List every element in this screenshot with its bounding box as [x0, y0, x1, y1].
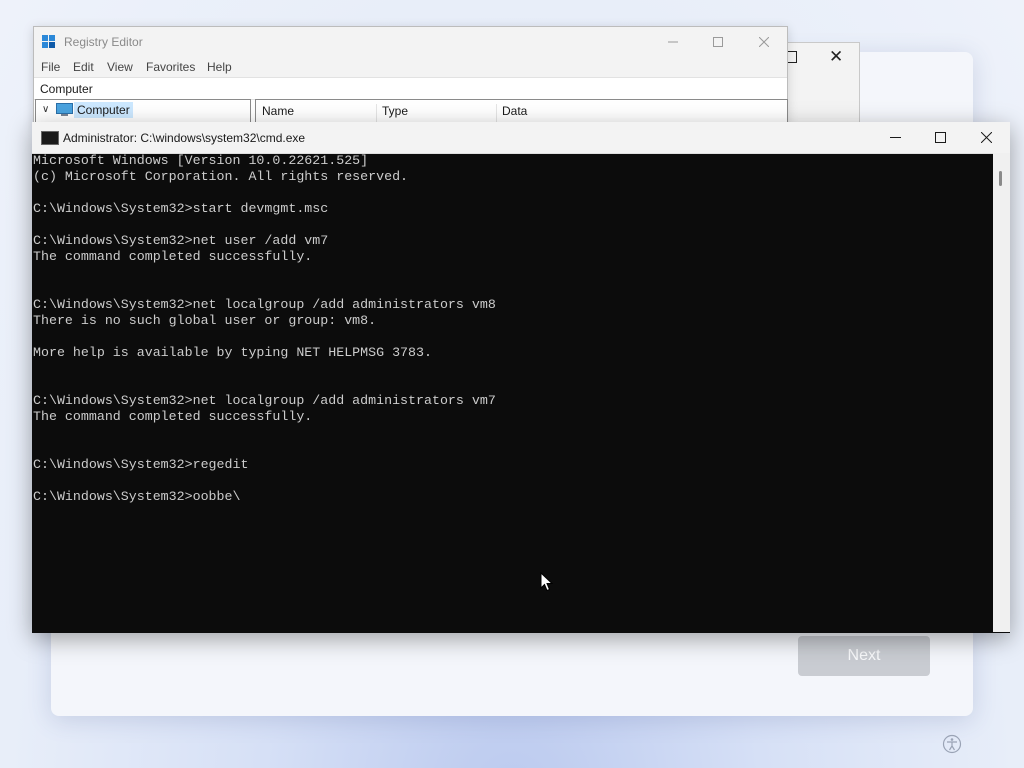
- title-bar[interactable]: Registry Editor: [34, 27, 787, 57]
- console-output[interactable]: Microsoft Windows [Version 10.0.22621.52…: [33, 153, 991, 632]
- next-button[interactable]: Next: [798, 636, 930, 676]
- minimize-icon: [889, 137, 901, 138]
- console-line: C:\Windows\System32>net localgroup /add …: [33, 297, 496, 312]
- console-line: More help is available by typing NET HEL…: [33, 345, 432, 360]
- close-icon: [759, 37, 769, 47]
- console-line: The command completed successfully.: [33, 409, 313, 424]
- computer-icon: [56, 103, 73, 116]
- close-button[interactable]: [741, 27, 787, 57]
- close-icon: [980, 132, 992, 143]
- menu-edit[interactable]: Edit: [73, 60, 94, 74]
- mouse-pointer-icon: [540, 572, 554, 592]
- menu-favorites[interactable]: Favorites: [146, 60, 195, 74]
- minimize-button[interactable]: [872, 122, 918, 153]
- console-line: Microsoft Windows [Version 10.0.22621.52…: [33, 153, 369, 168]
- tree-node-computer[interactable]: Computer: [74, 102, 133, 118]
- console-line: There is no such global user or group: v…: [33, 313, 377, 328]
- console-line: The command completed successfully.: [33, 249, 313, 264]
- registry-editor-window: Registry Editor File Edit View Favorites…: [33, 26, 788, 129]
- scrollbar[interactable]: [993, 153, 1010, 632]
- close-icon[interactable]: ✕: [829, 47, 843, 67]
- menu-file[interactable]: File: [41, 60, 60, 74]
- console-line: C:\Windows\System32>net user /add vm7: [33, 233, 329, 248]
- menu-bar: File Edit View Favorites Help: [34, 57, 787, 77]
- maximize-button[interactable]: [917, 122, 963, 153]
- title-bar[interactable]: Administrator: C:\windows\system32\cmd.e…: [32, 122, 1010, 154]
- command-prompt-icon: [41, 131, 59, 145]
- maximize-icon: [713, 37, 723, 47]
- console-line: C:\Windows\System32>start devmgmt.msc: [33, 201, 329, 216]
- close-button[interactable]: [963, 122, 1009, 153]
- address-text: Computer: [40, 82, 93, 96]
- chevron-down-icon[interactable]: ∨: [42, 104, 49, 115]
- minimize-icon: [668, 41, 678, 43]
- minimize-button[interactable]: [650, 27, 696, 57]
- registry-editor-icon: [42, 35, 55, 48]
- scrollbar-thumb[interactable]: [999, 171, 1002, 186]
- console-line: C:\Windows\System32>oobbe\: [33, 489, 241, 504]
- cmd-window: Administrator: C:\windows\system32\cmd.e…: [32, 122, 1010, 633]
- maximize-icon: [934, 132, 946, 143]
- maximize-button[interactable]: [695, 27, 741, 57]
- window-title: Administrator: C:\windows\system32\cmd.e…: [63, 131, 306, 145]
- address-bar[interactable]: Computer: [34, 77, 787, 100]
- console-line: C:\Windows\System32>net localgroup /add …: [33, 393, 496, 408]
- accessibility-icon[interactable]: [942, 734, 962, 754]
- menu-help[interactable]: Help: [207, 60, 232, 74]
- console-line: C:\Windows\System32>regedit: [33, 457, 249, 472]
- window-title: Registry Editor: [64, 35, 143, 49]
- menu-view[interactable]: View: [107, 60, 133, 74]
- console-line: (c) Microsoft Corporation. All rights re…: [33, 169, 409, 184]
